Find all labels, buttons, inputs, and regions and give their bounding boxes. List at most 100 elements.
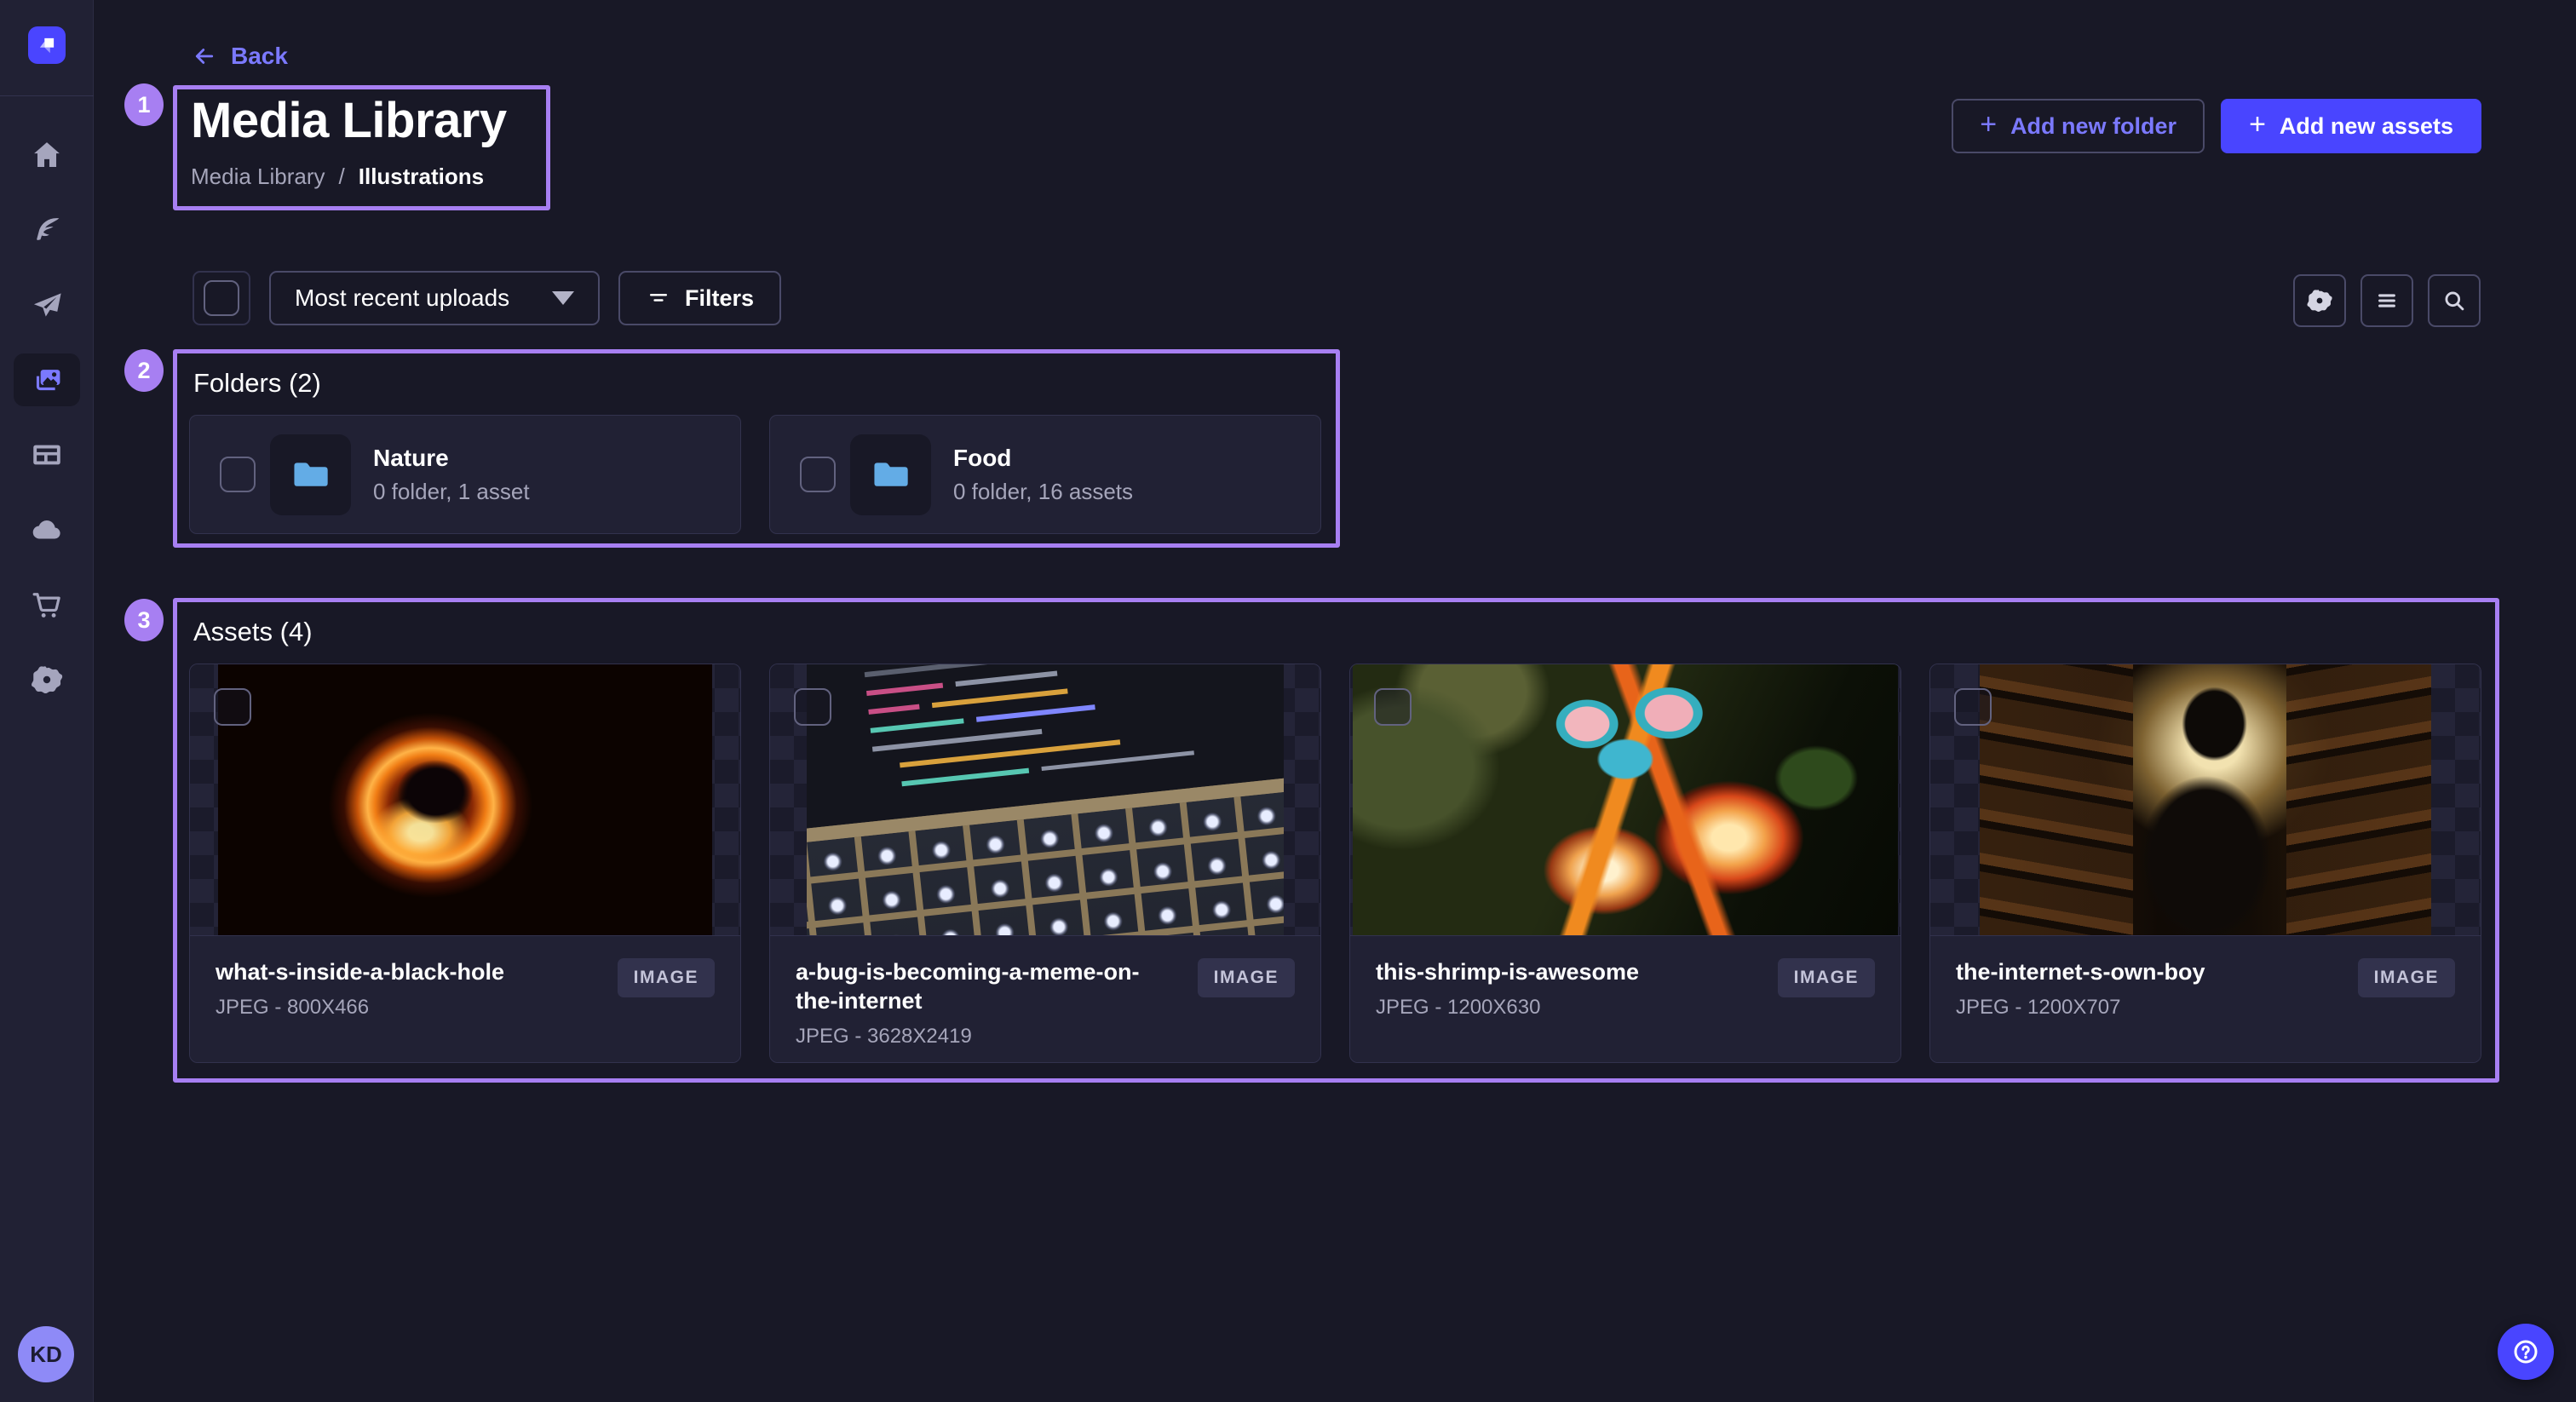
- list-view-button[interactable]: [2360, 274, 2413, 327]
- asset-card-internets-own-boy[interactable]: the-internet-s-own-boy JPEG - 1200X707 I…: [1929, 664, 2481, 1063]
- folder-checkbox[interactable]: [220, 457, 256, 492]
- sidebar-item-content[interactable]: [0, 192, 94, 267]
- assets-heading: Assets (4): [193, 617, 313, 647]
- add-new-assets-button[interactable]: + Add new assets: [2221, 99, 2481, 153]
- add-folder-label: Add new folder: [2010, 113, 2176, 140]
- sidebar-item-releases[interactable]: [0, 267, 94, 342]
- asset-type-badge: IMAGE: [1778, 958, 1875, 997]
- folder-card-food[interactable]: Food 0 folder, 16 assets: [769, 415, 1321, 534]
- cloud-icon: [29, 512, 65, 548]
- asset-checkbox[interactable]: [214, 688, 251, 726]
- search-icon: [2440, 286, 2469, 315]
- sidebar-item-settings[interactable]: [0, 642, 94, 717]
- folders-heading: Folders (2): [193, 368, 321, 399]
- asset-card-bug-meme[interactable]: a-bug-is-becoming-a-meme-on-the-internet…: [769, 664, 1321, 1063]
- filters-label: Filters: [685, 285, 754, 312]
- back-link[interactable]: Back: [192, 43, 288, 70]
- view-options: [2293, 274, 2481, 327]
- gear-icon: [2305, 286, 2334, 315]
- folder-icon: [871, 457, 911, 491]
- breadcrumb: Media Library / Illustrations: [191, 164, 484, 190]
- asset-footer: what-s-inside-a-black-hole JPEG - 800X46…: [190, 935, 740, 1062]
- asset-titles: the-internet-s-own-boy JPEG - 1200X707: [1956, 958, 2341, 1020]
- asset-checkbox[interactable]: [1954, 688, 1992, 726]
- page-title: Media Library: [191, 92, 507, 149]
- asset-preview: [190, 664, 740, 935]
- asset-name: a-bug-is-becoming-a-meme-on-the-internet: [796, 958, 1181, 1016]
- sidebar-item-content-type-builder[interactable]: [0, 417, 94, 492]
- asset-name: what-s-inside-a-black-hole: [216, 958, 601, 987]
- breadcrumb-current: Illustrations: [359, 164, 484, 190]
- asset-meta: JPEG - 1200X707: [1956, 996, 2341, 1020]
- asset-type-badge: IMAGE: [2358, 958, 2455, 997]
- back-label: Back: [231, 43, 288, 70]
- asset-titles: what-s-inside-a-black-hole JPEG - 800X46…: [216, 958, 601, 1020]
- chevron-down-icon: [552, 291, 574, 305]
- toolbar: Most recent uploads Filters: [193, 271, 781, 325]
- folder-card-nature[interactable]: Nature 0 folder, 1 asset: [189, 415, 741, 534]
- folder-icon: [291, 457, 331, 491]
- assets-row: what-s-inside-a-black-hole JPEG - 800X46…: [189, 664, 2481, 1063]
- feather-icon: [29, 212, 65, 248]
- asset-name: the-internet-s-own-boy: [1956, 958, 2341, 987]
- annotation-marker-2: 2: [124, 349, 164, 392]
- arrow-left-icon: [192, 43, 217, 69]
- select-all-checkbox[interactable]: [193, 271, 250, 325]
- asset-checkbox[interactable]: [794, 688, 831, 726]
- asset-name: this-shrimp-is-awesome: [1376, 958, 1761, 987]
- asset-checkbox[interactable]: [1374, 688, 1412, 726]
- filter-icon: [646, 285, 671, 311]
- sort-dropdown[interactable]: Most recent uploads: [269, 271, 600, 325]
- cart-icon: [29, 587, 65, 623]
- asset-card-shrimp[interactable]: this-shrimp-is-awesome JPEG - 1200X630 I…: [1349, 664, 1901, 1063]
- sidebar-item-home[interactable]: [0, 118, 94, 192]
- sidebar-item-media-library[interactable]: [0, 342, 94, 417]
- folder-info: Nature 0 folder, 1 asset: [373, 445, 530, 505]
- annotation-marker-3: 3: [124, 599, 164, 641]
- folder-checkbox[interactable]: [800, 457, 836, 492]
- gear-icon: [29, 662, 65, 698]
- sidebar-nav: [0, 118, 94, 717]
- asset-meta: JPEG - 3628X2419: [796, 1025, 1181, 1049]
- asset-card-black-hole[interactable]: what-s-inside-a-black-hole JPEG - 800X46…: [189, 664, 741, 1063]
- strapi-logo[interactable]: [28, 26, 66, 64]
- asset-footer: the-internet-s-own-boy JPEG - 1200X707 I…: [1930, 935, 2481, 1062]
- sidebar-item-cloud[interactable]: [0, 492, 94, 567]
- asset-image-shrimp: [1353, 664, 1898, 935]
- asset-type-badge: IMAGE: [1198, 958, 1295, 997]
- add-new-folder-button[interactable]: + Add new folder: [1952, 99, 2205, 153]
- asset-footer: this-shrimp-is-awesome JPEG - 1200X630 I…: [1350, 935, 1900, 1062]
- checkbox: [204, 280, 239, 316]
- folder-name: Nature: [373, 445, 530, 472]
- asset-image-library: [1980, 664, 2431, 935]
- folders-row: Nature 0 folder, 1 asset Food 0 folder, …: [189, 415, 1321, 534]
- settings-button[interactable]: [2293, 274, 2346, 327]
- home-icon: [29, 137, 65, 173]
- asset-titles: this-shrimp-is-awesome JPEG - 1200X630: [1376, 958, 1761, 1020]
- asset-preview: [1350, 664, 1900, 935]
- asset-titles: a-bug-is-becoming-a-meme-on-the-internet…: [796, 958, 1181, 1049]
- add-assets-label: Add new assets: [2280, 113, 2453, 140]
- asset-preview: [770, 664, 1320, 935]
- asset-image-laptop-code: [807, 664, 1284, 935]
- sidebar-divider: [0, 95, 94, 96]
- media-library-icon: [29, 362, 65, 398]
- asset-meta: JPEG - 800X466: [216, 996, 601, 1020]
- asset-image-black-hole: [218, 664, 712, 935]
- help-button[interactable]: [2498, 1324, 2554, 1380]
- asset-type-badge: IMAGE: [618, 958, 715, 997]
- folder-info: Food 0 folder, 16 assets: [953, 445, 1133, 505]
- search-button[interactable]: [2428, 274, 2481, 327]
- paper-plane-icon: [29, 287, 65, 323]
- strapi-logo-icon: [36, 34, 58, 56]
- header-actions: + Add new folder + Add new assets: [1952, 99, 2481, 153]
- breadcrumb-parent[interactable]: Media Library: [191, 164, 325, 190]
- asset-preview: [1930, 664, 2481, 935]
- folder-tile: [270, 434, 351, 515]
- user-avatar[interactable]: KD: [18, 1326, 74, 1382]
- list-view-icon: [2372, 286, 2401, 315]
- sidebar: KD: [0, 0, 94, 1402]
- filters-button[interactable]: Filters: [618, 271, 781, 325]
- sidebar-item-marketplace[interactable]: [0, 567, 94, 642]
- active-nav-pill: [14, 353, 80, 406]
